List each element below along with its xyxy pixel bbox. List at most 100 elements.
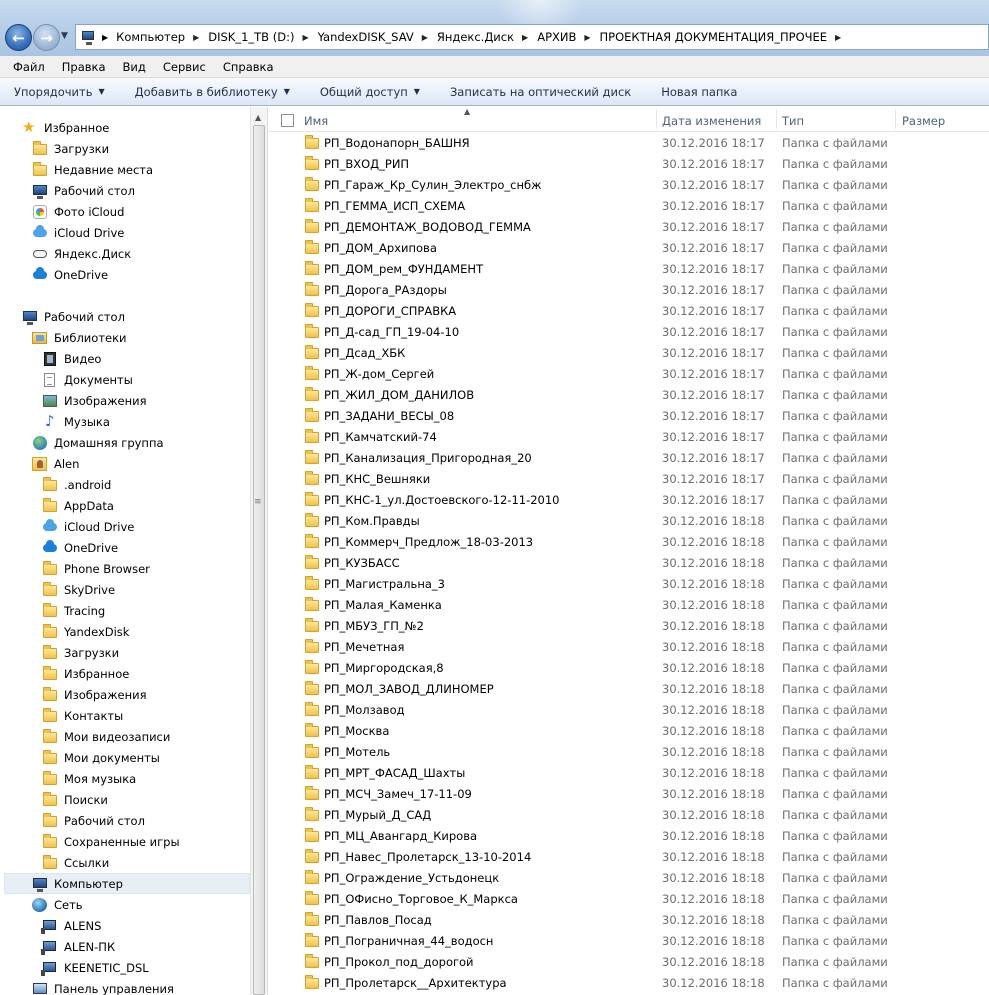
file-row[interactable]: РП_Ж-дом_Сергей 30.12.2016 18:17 Папка с ф… <box>268 364 989 385</box>
file-row[interactable]: РП_Ограждение_Устьдонецк 30.12.2016 18:18… <box>268 868 989 889</box>
column-size[interactable]: Размер <box>902 114 945 128</box>
nav-item[interactable]: Рабочий стол <box>32 180 135 201</box>
nav-item[interactable]: Изображения <box>42 684 147 705</box>
navigation-scrollbar[interactable]: ▲ ≡ <box>250 107 267 995</box>
breadcrumb-chevron-icon[interactable]: ▶ <box>522 33 528 42</box>
nav-item[interactable]: Сохраненные игры <box>42 831 180 852</box>
nav-item[interactable]: Загрузки <box>32 138 109 159</box>
menu-item[interactable]: Сервис <box>154 60 214 74</box>
nav-item[interactable]: OneDrive <box>42 537 118 558</box>
file-row[interactable]: РП_КНС_Вешняки 30.12.2016 18:17 Папка с фа… <box>268 469 989 490</box>
breadcrumb-chevron-icon[interactable]: ▶ <box>835 33 841 42</box>
navigation-pane[interactable]: ★ Избранное Загрузки Недавние места Рабочий … <box>0 107 268 995</box>
breadcrumb-chevron-icon[interactable]: ▶ <box>193 33 199 42</box>
nav-item[interactable]: Домашняя группа <box>32 432 164 453</box>
nav-item[interactable]: Библиотеки <box>32 327 127 348</box>
nav-item[interactable]: Фото iCloud <box>32 201 124 222</box>
file-row[interactable]: РП_Гараж_Кр_Сулин_Электро_снбж 30.12.2016… <box>268 175 989 196</box>
file-row[interactable]: РП_МСЧ_Замеч_17-11-09 30.12.2016 18:18 Пап… <box>268 784 989 805</box>
menu-item[interactable]: Правка <box>53 60 114 74</box>
nav-item[interactable]: Phone Browser <box>42 558 150 579</box>
file-row[interactable]: РП_Дсад_ХБК 30.12.2016 18:17 Папка с файла… <box>268 343 989 364</box>
file-row[interactable]: РП_Водонапорн_БАШНЯ 30.12.2016 18:17 Папка… <box>268 133 989 154</box>
column-divider[interactable] <box>776 109 777 129</box>
file-row[interactable]: РП_КУЗБАСС 30.12.2016 18:18 Папка с файлам… <box>268 553 989 574</box>
nav-item[interactable]: ALEN-ПК <box>41 936 115 957</box>
nav-item[interactable]: Мои видеозаписи <box>42 726 170 747</box>
file-row[interactable]: РП_ЖИЛ_ДОМ_ДАНИЛОВ 30.12.2016 18:17 Папка … <box>268 385 989 406</box>
file-row[interactable]: РП_ДОРОГИ_СПРАВКА 30.12.2016 18:17 Папка с… <box>268 301 989 322</box>
nav-item[interactable]: YandexDisk <box>42 621 129 642</box>
forward-button[interactable]: → <box>33 24 60 51</box>
recent-pages-dropdown[interactable]: ▼ <box>61 31 68 41</box>
add-to-library-button[interactable]: Добавить в библиотеку ▼ <box>135 85 290 99</box>
menu-item[interactable]: Справка <box>214 60 282 74</box>
nav-item[interactable]: Мои документы <box>42 747 160 768</box>
nav-item[interactable]: AppData <box>42 495 114 516</box>
nav-item[interactable]: Ссылки <box>42 852 109 873</box>
nav-item[interactable]: iCloud Drive <box>42 516 134 537</box>
breadcrumb-chevron-icon[interactable]: ▶ <box>584 33 590 42</box>
file-row[interactable]: РП_Пролетарск__Архитектура 30.12.2016 18:… <box>268 973 989 994</box>
nav-item[interactable]: Поиски <box>42 789 108 810</box>
breadcrumb-item[interactable]: АРХИВ ▶ <box>537 30 599 44</box>
nav-item[interactable]: Панель управления <box>32 978 174 995</box>
nav-item[interactable]: Яндекс.Диск <box>32 243 131 264</box>
scrollbar-thumb[interactable] <box>253 125 265 995</box>
nav-item[interactable]: iCloud Drive <box>32 222 124 243</box>
nav-item[interactable]: Рабочий стол <box>22 306 125 327</box>
breadcrumb-item[interactable]: ПРОЕКТНАЯ ДОКУМЕНТАЦИЯ_ПРОЧЕЕ ▶ <box>600 30 851 44</box>
breadcrumb-item[interactable]: Компьютер ▶ <box>116 30 208 44</box>
file-row[interactable]: РП_Прокол_под_дорогой 30.12.2016 18:18 Пап… <box>268 952 989 973</box>
burn-disc-button[interactable]: Записать на оптический диск <box>450 85 631 99</box>
nav-item[interactable]: Рабочий стол <box>42 810 145 831</box>
share-button[interactable]: Общий доступ ▼ <box>320 85 420 99</box>
file-row[interactable]: РП_ДОМ_рем_ФУНДАМЕНТ 30.12.2016 18:17 Папк… <box>268 259 989 280</box>
breadcrumb-item[interactable]: YandexDISK_SAV ▶ <box>318 30 437 44</box>
nav-item[interactable]: Видео <box>42 348 101 369</box>
nav-item[interactable]: Компьютер <box>4 873 250 894</box>
breadcrumb-chevron-icon[interactable]: ▶ <box>422 33 428 42</box>
nav-item[interactable]: Контакты <box>42 705 123 726</box>
file-row[interactable]: РП_МБУЗ_ГП_№2 30.12.2016 18:18 Папка с фай… <box>268 616 989 637</box>
scroll-up-icon[interactable]: ▲ <box>255 113 261 122</box>
breadcrumb-item[interactable]: Яндекс.Диск ▶ <box>437 30 537 44</box>
column-name[interactable]: Имя <box>304 114 328 128</box>
column-divider[interactable] <box>656 109 657 129</box>
file-row[interactable]: РП_Миргородская,8 30.12.2016 18:18 Папка с… <box>268 658 989 679</box>
address-bar[interactable]: ▶ Компьютер ▶ DISK_1_TB (D:) ▶ YandexDISK_SA… <box>75 24 989 50</box>
select-all-checkbox[interactable] <box>281 114 294 127</box>
back-button[interactable]: ← <box>5 24 32 51</box>
nav-item[interactable]: SkyDrive <box>42 579 115 600</box>
nav-item[interactable]: .android <box>42 474 111 495</box>
nav-item[interactable]: Документы <box>42 369 133 390</box>
file-row[interactable]: РП_ДЕМОНТАЖ_ВОДОВОД_ГЕММА 30.12.2016 18:1… <box>268 217 989 238</box>
column-divider[interactable] <box>895 109 896 129</box>
file-row[interactable]: РП_Мурый_Д_САД 30.12.2016 18:18 Папка с фа… <box>268 805 989 826</box>
menu-item[interactable]: Файл <box>4 60 53 74</box>
file-row[interactable]: РП_ОФисно_Торговое_К_Маркса 30.12.2016 18… <box>268 889 989 910</box>
file-row[interactable]: РП_Дорога_РАздоры 30.12.2016 18:17 Папка с… <box>268 280 989 301</box>
file-list[interactable]: РП_Водонапорн_БАШНЯ 30.12.2016 18:17 Папка… <box>268 133 989 995</box>
file-row[interactable]: РП_Пограничная_44_водосн 30.12.2016 18:18… <box>268 931 989 952</box>
file-row[interactable]: РП_КНС-1_ул.Достоевского-12-11-2010 30.12… <box>268 490 989 511</box>
file-row[interactable]: РП_Канализация_Пригородная_20 30.12.2016 … <box>268 448 989 469</box>
column-date[interactable]: Дата изменения <box>662 114 761 128</box>
nav-item[interactable]: ALENS <box>41 915 101 936</box>
file-row[interactable]: РП_Мечетная 30.12.2016 18:18 Папка с файла… <box>268 637 989 658</box>
nav-item[interactable]: Избранное <box>42 663 129 684</box>
file-row[interactable]: РП_Магистральна_3 30.12.2016 18:18 Папка с… <box>268 574 989 595</box>
file-row[interactable]: РП_Коммерч_Предлож_18-03-2013 30.12.2016 … <box>268 532 989 553</box>
breadcrumb-item[interactable]: DISK_1_TB (D:) ▶ <box>208 30 317 44</box>
nav-item[interactable]: Моя музыка <box>42 768 136 789</box>
nav-item[interactable]: Alen <box>32 453 79 474</box>
nav-item[interactable]: KEENETIC_DSL <box>41 957 149 978</box>
file-row[interactable]: РП_Павлов_Посад 30.12.2016 18:18 Папка с ф… <box>268 910 989 931</box>
nav-item[interactable]: OneDrive <box>32 264 108 285</box>
file-row[interactable]: РП_Д-сад_ГП_19-04-10 30.12.2016 18:17 Папк… <box>268 322 989 343</box>
file-row[interactable]: РП_Навес_Пролетарск_13-10-2014 30.12.2016… <box>268 847 989 868</box>
file-row[interactable]: РП_ВХОД_РИП 30.12.2016 18:17 Папка с файла… <box>268 154 989 175</box>
nav-item[interactable]: Недавние места <box>32 159 153 180</box>
column-type[interactable]: Тип <box>782 114 804 128</box>
file-row[interactable]: РП_Мотель 30.12.2016 18:18 Папка с файлами <box>268 742 989 763</box>
